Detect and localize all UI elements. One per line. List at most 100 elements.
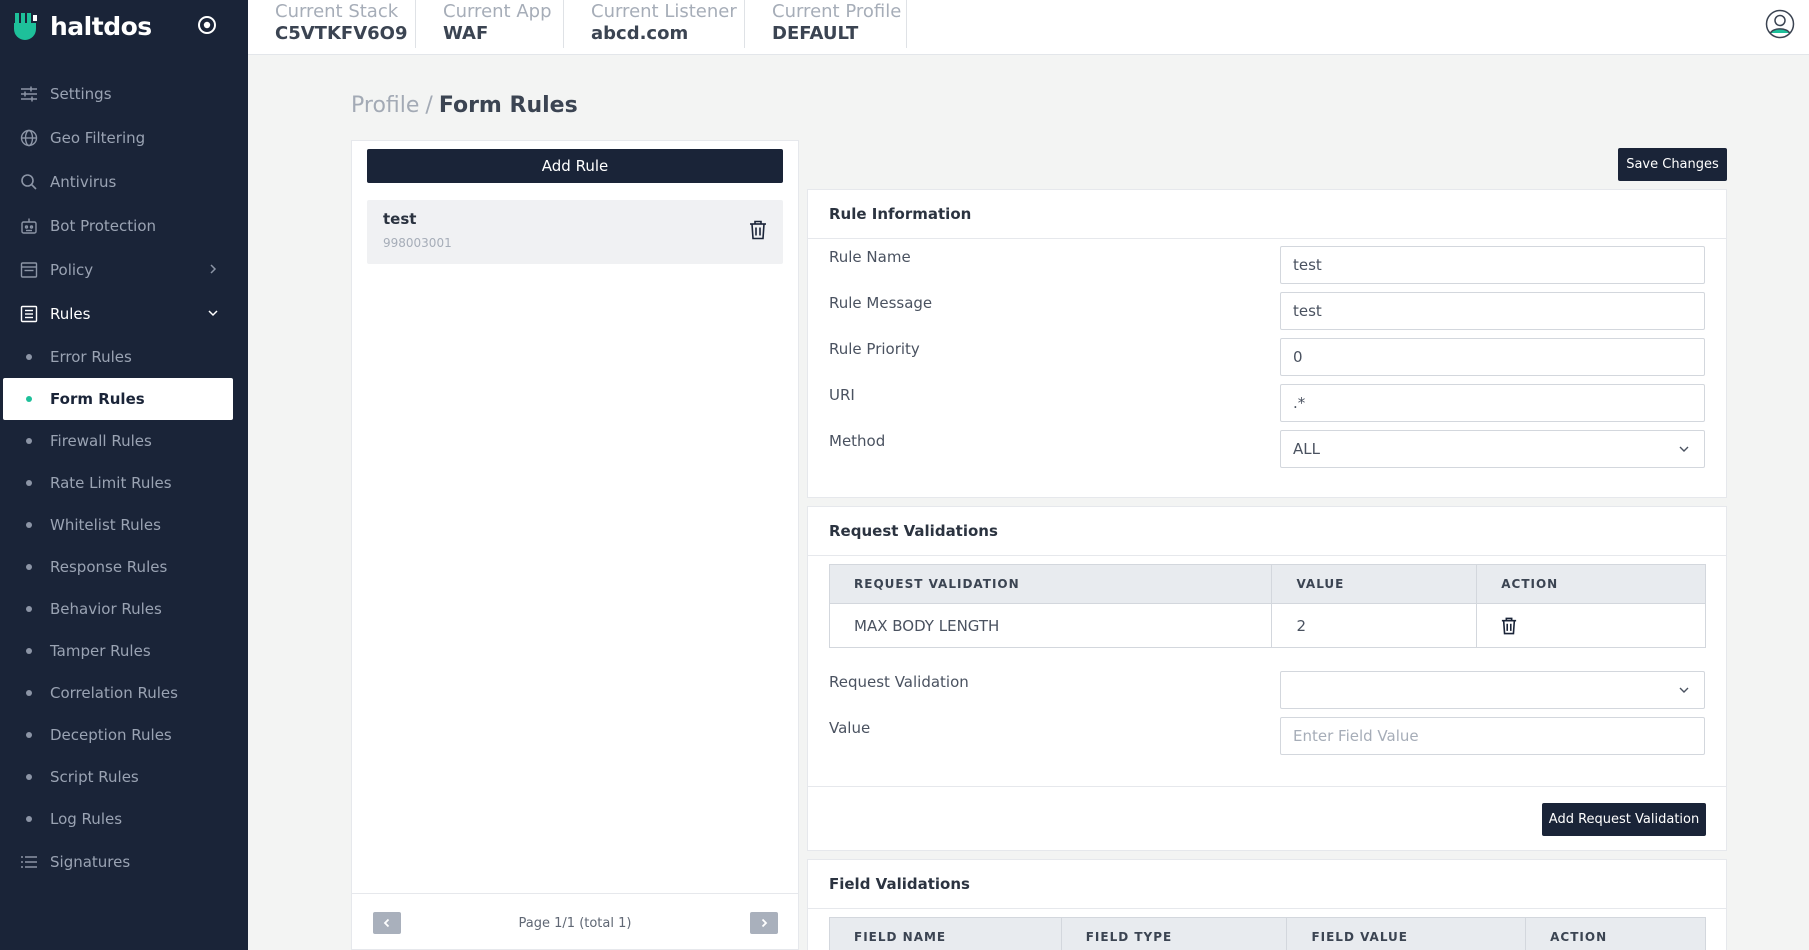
sidebar-item-label: Signatures [50,853,131,871]
pagination-text: Page 1/1 (total 1) [518,916,632,931]
request-validation-label: Request Validation [829,673,969,691]
sidebar-subitem-form-rules[interactable]: Form Rules [3,378,233,420]
request-validation-select[interactable] [1280,671,1705,709]
chevron-down-icon [208,310,218,317]
divider [808,786,1726,787]
bullet-icon [26,438,32,444]
add-rule-button[interactable]: Add Rule [367,149,783,183]
trash-icon[interactable] [749,220,767,240]
rules-icon [20,305,38,323]
request-validations-table: REQUEST VALIDATION VALUE ACTION MAX BODY… [828,564,1706,648]
bullet-icon [26,774,32,780]
rule-priority-row: Rule Priority [808,338,1726,376]
sidebar-item-geo-filtering[interactable]: Geo Filtering [0,116,248,160]
rule-message-input[interactable] [1280,292,1705,330]
sidebar-nav: Settings Geo Filtering Antivirus Bot Pro… [0,72,248,884]
current-listener-label: Current Listener [591,1,737,22]
method-label: Method [829,432,886,450]
value-input[interactable] [1280,717,1705,755]
column-header: FIELD VALUE [1286,917,1527,950]
chevron-down-icon [1679,687,1689,693]
current-app[interactable]: Current App WAF [416,0,564,48]
rule-message-row: Rule Message [808,292,1726,330]
sidebar-subitem-response-rules[interactable]: Response Rules [0,546,248,588]
column-header: FIELD NAME [829,917,1062,950]
sidebar-subitem-label: Script Rules [50,768,139,786]
sidebar-item-rules[interactable]: Rules [0,292,248,336]
uri-label: URI [829,386,855,404]
sidebar-subitem-label: Log Rules [50,810,123,828]
bullet-icon [26,522,32,528]
policy-icon [20,261,38,279]
column-header: FIELD TYPE [1060,917,1288,950]
sidebar-subitem-rate-limit-rules[interactable]: Rate Limit Rules [0,462,248,504]
sidebar-toggle-icon[interactable] [196,14,218,36]
column-header: REQUEST VALIDATION [828,564,1273,604]
sidebar-subitem-correlation-rules[interactable]: Correlation Rules [0,672,248,714]
method-row: Method ALL [808,430,1726,468]
table-row: MAX BODY LENGTH 2 [828,603,1706,648]
sidebar-subitem-firewall-rules[interactable]: Firewall Rules [0,420,248,462]
brand[interactable]: haltdos [12,6,152,46]
uri-input[interactable] [1280,384,1705,422]
sidebar-subitem-deception-rules[interactable]: Deception Rules [0,714,248,756]
rule-information-card: Rule Information Rule Name Rule Message … [807,189,1727,498]
sidebar-item-bot-protection[interactable]: Bot Protection [0,204,248,248]
sidebar-subitem-behavior-rules[interactable]: Behavior Rules [0,588,248,630]
method-select[interactable]: ALL [1280,430,1705,468]
validation-name-cell: MAX BODY LENGTH [828,603,1273,648]
rule-priority-input[interactable] [1280,338,1705,376]
current-profile[interactable]: Current Profile DEFAULT [745,0,907,48]
uri-row: URI [808,384,1726,422]
column-header: ACTION [1525,917,1706,950]
current-app-value: WAF [443,23,489,44]
value-row: Value [808,717,1726,755]
current-stack[interactable]: Current Stack C5VTKFV6O9 [248,0,416,48]
current-profile-label: Current Profile [772,1,902,22]
sidebar-subitem-label: Correlation Rules [50,684,178,702]
rule-priority-label: Rule Priority [829,340,920,358]
current-stack-label: Current Stack [275,1,399,22]
sidebar-item-label: Rules [50,305,91,323]
sidebar-subitem-whitelist-rules[interactable]: Whitelist Rules [0,504,248,546]
current-listener[interactable]: Current Listener abcd.com [564,0,745,48]
next-page-button[interactable] [750,912,778,934]
sidebar-item-policy[interactable]: Policy [0,248,248,292]
save-changes-button[interactable]: Save Changes [1618,148,1727,181]
rule-list-panel: Add Rule test 998003001 Page 1/1 (total … [351,140,799,950]
method-select-value: ALL [1293,440,1320,458]
sidebar-item-settings[interactable]: Settings [0,72,248,116]
bullet-icon [26,648,32,654]
topbar: Current Stack C5VTKFV6O9 Current App WAF… [248,0,1809,55]
bullet-icon [26,564,32,570]
sidebar-subitem-label: Deception Rules [50,726,172,744]
validation-value-cell: 2 [1271,603,1478,648]
chevron-right-icon [210,264,217,274]
sidebar-subitem-log-rules[interactable]: Log Rules [0,798,248,840]
rule-message-label: Rule Message [829,294,933,312]
sidebar-subitem-label: Error Rules [50,348,132,366]
haltdos-logo-icon [14,13,37,40]
sidebar-subitem-script-rules[interactable]: Script Rules [0,756,248,798]
pagination: Page 1/1 (total 1) [352,893,798,950]
column-header: VALUE [1271,564,1478,604]
rule-item-id: 998003001 [383,236,452,250]
sidebar-subitem-error-rules[interactable]: Error Rules [0,336,248,378]
user-avatar-icon[interactable] [1765,9,1795,39]
search-icon [20,173,38,191]
request-validations-card: Request Validations REQUEST VALIDATION V… [807,506,1727,851]
validation-action-cell [1476,603,1706,648]
rule-list-item[interactable]: test 998003001 [367,200,783,264]
sidebar-item-antivirus[interactable]: Antivirus [0,160,248,204]
sidebar-subitem-tamper-rules[interactable]: Tamper Rules [0,630,248,672]
trash-icon[interactable] [1501,617,1517,635]
current-app-label: Current App [443,1,552,22]
sidebar-item-signatures[interactable]: Signatures [0,840,248,884]
rule-name-input[interactable] [1280,246,1705,284]
column-header: ACTION [1476,564,1706,604]
rule-item-name: test [383,210,417,228]
add-request-validation-button[interactable]: Add Request Validation [1542,803,1706,836]
brand-name: haltdos [50,11,152,41]
breadcrumb-root[interactable]: Profile [351,93,419,118]
breadcrumb: Profile / Form Rules [351,93,578,118]
